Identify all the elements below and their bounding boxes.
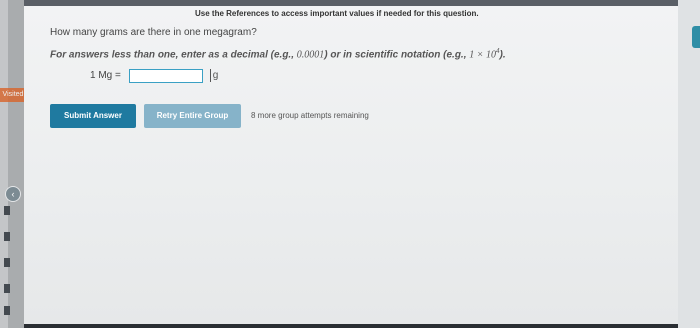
left-panel-edge <box>0 0 8 328</box>
visited-badge: Visited <box>0 88 26 102</box>
instructions-suffix: ). <box>499 49 506 61</box>
answer-unit: g <box>209 69 218 83</box>
decimal-example: 0.0001 <box>296 49 325 61</box>
right-panel-tab[interactable] <box>692 26 700 48</box>
answer-input[interactable] <box>129 68 204 83</box>
instructions-middle: ) or in scientific notation (e.g., <box>324 49 470 61</box>
submit-answer-button[interactable]: Submit Answer <box>50 104 136 128</box>
answer-label: 1 Mg = <box>90 70 121 82</box>
attempts-remaining: 8 more group attempts remaining <box>251 111 369 120</box>
answer-instructions: For answers less than one, enter as a de… <box>50 47 506 60</box>
right-panel <box>678 0 700 328</box>
instructions-prefix: For answers less than one, enter as a de… <box>50 49 297 61</box>
left-panel <box>8 0 24 328</box>
references-note: Use the References to access important v… <box>195 9 479 18</box>
chevron-left-icon[interactable]: ‹ <box>5 186 21 202</box>
retry-entire-group-button[interactable]: Retry Entire Group <box>144 104 241 128</box>
question-text: How many grams are there in one megagram… <box>50 27 257 38</box>
answer-row: 1 Mg = g <box>90 67 218 83</box>
scientific-example-base: 1 × 10 <box>469 49 497 61</box>
